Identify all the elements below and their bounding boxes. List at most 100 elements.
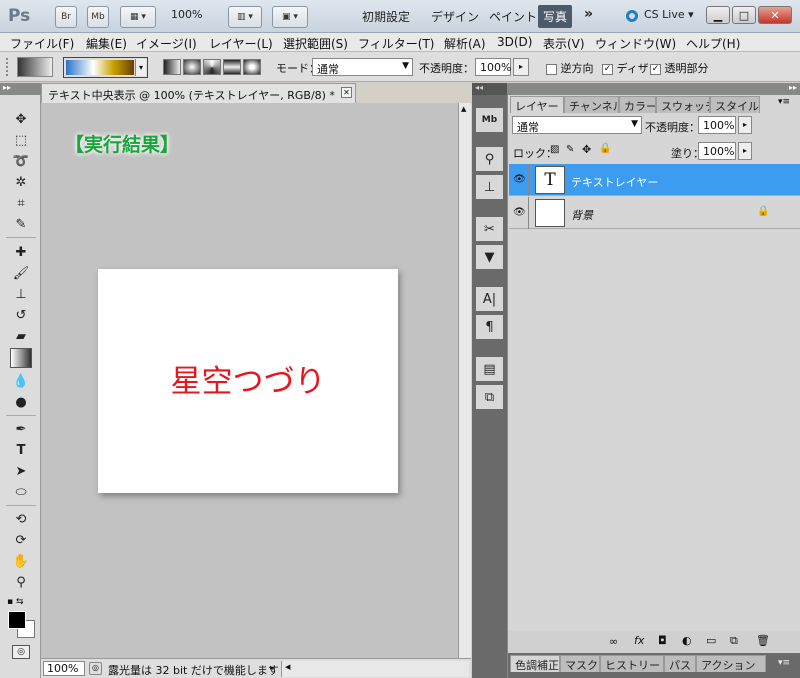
paragraph-panel-icon[interactable]: ¶ — [476, 315, 503, 339]
lasso-tool-icon[interactable]: ➰ — [10, 151, 32, 171]
menu-file[interactable]: ファイル(F) — [10, 35, 74, 52]
menu-edit[interactable]: 編集(E) — [86, 35, 127, 52]
radial-gradient-button[interactable] — [183, 59, 201, 75]
menu-view[interactable]: 表示(V) — [543, 35, 585, 52]
link-layers-icon[interactable]: ∞ — [609, 635, 618, 648]
view-extras-button[interactable]: ▦ ▾ — [120, 6, 156, 28]
scroll-up-icon[interactable]: ▲ — [461, 105, 466, 113]
minimize-button[interactable]: ▁ — [706, 6, 730, 24]
status-info-icon[interactable]: ◎ — [89, 662, 102, 675]
dither-checkbox[interactable]: ✓ ディザ — [602, 60, 649, 76]
dodge-tool-icon[interactable]: ● — [10, 392, 32, 412]
panel-menu-icon[interactable]: ▾≡ — [778, 97, 790, 107]
opacity-slider-button[interactable]: ▸ — [513, 58, 529, 76]
info-panel-icon[interactable]: ▤ — [476, 357, 503, 381]
bridge-button[interactable]: Br — [55, 6, 77, 28]
layer-name[interactable]: テキストレイヤー — [571, 174, 658, 190]
eyedropper-tool-icon[interactable]: ✎ — [10, 214, 32, 234]
mode-select[interactable]: 通常 ▼ — [312, 58, 413, 76]
menu-window[interactable]: ウィンドウ(W) — [595, 35, 676, 52]
fill-slider-button[interactable]: ▸ — [738, 142, 752, 160]
menu-layer[interactable]: レイヤー(L) — [209, 35, 273, 52]
close-tab-icon[interactable]: ✕ — [341, 87, 352, 98]
lock-image-icon[interactable]: ✎ — [566, 144, 574, 155]
tab-adjustments[interactable]: 色調補正 — [510, 655, 560, 672]
history-brush-tool-icon[interactable]: ↺ — [10, 305, 32, 325]
document-canvas[interactable]: 星空つづり — [98, 269, 398, 493]
gradient-picker[interactable]: ▾ — [63, 57, 148, 78]
crop-tool-icon[interactable]: ⌗ — [10, 193, 32, 213]
tab-history[interactable]: ヒストリー — [600, 655, 664, 672]
tab-swatches[interactable]: スウォッチ — [656, 96, 710, 113]
lock-transparent-icon[interactable]: ▨ — [550, 144, 559, 155]
screen-mode-button[interactable]: ▣ ▾ — [272, 6, 308, 28]
layer-row-background[interactable]: 👁 背景 🔒 — [509, 197, 800, 229]
cslive-menu[interactable]: CS Live ▾ — [644, 8, 694, 21]
menu-analysis[interactable]: 解析(A) — [444, 35, 486, 52]
pen-tool-icon[interactable]: ✒ — [10, 419, 32, 439]
gradient-tool-icon[interactable] — [10, 348, 32, 368]
zoom-level[interactable]: 100% — [171, 8, 202, 21]
lock-all-icon[interactable]: 🔒 — [599, 143, 611, 154]
character-panel-icon[interactable]: A| — [476, 287, 503, 311]
menu-3d[interactable]: 3D(D) — [497, 35, 532, 49]
layer-opacity-slider-button[interactable]: ▸ — [738, 116, 752, 134]
more-workspaces-icon[interactable]: » — [584, 6, 593, 22]
menu-select[interactable]: 選択範囲(S) — [283, 35, 348, 52]
scroll-left-icon[interactable]: ◀ — [285, 663, 290, 671]
move-tool-icon[interactable]: ✥ — [10, 109, 32, 129]
new-group-icon[interactable]: ▭ — [706, 634, 716, 647]
chevron-down-icon[interactable]: ▾ — [135, 59, 146, 76]
quick-mask-icon[interactable]: ◎ — [12, 645, 30, 659]
layer-comps-panel-icon[interactable]: ⧉ — [476, 385, 503, 409]
menu-filter[interactable]: フィルター(T) — [358, 35, 434, 52]
reverse-checkbox[interactable]: 逆方向 — [546, 60, 594, 76]
shape-tool-icon[interactable]: ⬭ — [10, 482, 32, 502]
layer-opacity-input[interactable]: 100% — [698, 116, 736, 134]
adjustment-layer-icon[interactable]: ◐ — [682, 634, 692, 647]
horizontal-scrollbar[interactable]: ◀ — [281, 661, 469, 677]
workspace-painting[interactable]: ペイント — [489, 8, 537, 25]
healing-brush-tool-icon[interactable]: ✚ — [10, 242, 32, 262]
status-menu-arrow-icon[interactable]: ▸ — [270, 663, 274, 672]
transparency-checkbox[interactable]: ✓ 透明部分 — [650, 60, 709, 76]
blur-tool-icon[interactable]: 💧 — [10, 371, 32, 391]
tab-color[interactable]: カラー — [619, 96, 656, 113]
3d-orbit-tool-icon[interactable]: ⟳ — [10, 530, 32, 550]
delete-layer-icon[interactable]: 🗑 — [756, 634, 770, 647]
new-layer-icon[interactable]: ⧉ — [730, 634, 738, 648]
layer-mask-icon[interactable]: ◘ — [658, 634, 667, 647]
workspace-design[interactable]: デザイン — [431, 8, 479, 25]
menu-help[interactable]: ヘルプ(H) — [686, 35, 740, 52]
angle-gradient-button[interactable] — [203, 59, 221, 75]
arrange-documents-button[interactable]: ▥ ▾ — [228, 6, 262, 28]
visibility-eye-icon[interactable]: 👁 — [513, 174, 526, 185]
clone-source-panel-icon[interactable]: ⊥ — [476, 175, 503, 199]
zoom-input[interactable]: 100% — [43, 661, 85, 676]
workspace-photography[interactable]: 写真 — [538, 5, 573, 28]
brush-panel-icon[interactable]: ✂ — [476, 217, 503, 241]
minibridge-panel-icon[interactable]: Mb — [476, 108, 503, 132]
vertical-scrollbar[interactable]: ▲ — [458, 103, 471, 658]
diamond-gradient-button[interactable] — [243, 59, 261, 75]
magic-wand-tool-icon[interactable]: ✲ — [10, 172, 32, 192]
path-selection-tool-icon[interactable]: ➤ — [10, 461, 32, 481]
clone-stamp-tool-icon[interactable]: ⊥ — [10, 284, 32, 304]
tab-styles[interactable]: スタイル — [710, 96, 760, 113]
brush-tool-icon[interactable]: 🖌 — [10, 263, 32, 283]
foreground-color-swatch[interactable] — [8, 611, 26, 629]
lock-position-icon[interactable]: ✥ — [582, 143, 591, 156]
tab-actions[interactable]: アクション — [696, 655, 766, 672]
workspace-essentials[interactable]: 初期設定 — [362, 8, 410, 25]
linear-gradient-button[interactable] — [163, 59, 181, 75]
tab-layers[interactable]: レイヤー — [510, 96, 564, 113]
brush-presets-panel-icon[interactable]: ▼ — [476, 245, 503, 269]
document-tab[interactable]: テキスト中央表示 @ 100% (テキストレイヤー, RGB/8) * ✕ — [41, 83, 356, 103]
fill-input[interactable]: 100% — [698, 142, 736, 160]
close-button[interactable]: ✕ — [758, 6, 792, 24]
minibridge-button[interactable]: Mb — [87, 6, 109, 28]
type-tool-icon[interactable]: T — [10, 440, 32, 460]
blend-mode-select[interactable]: 通常 ▼ — [512, 116, 642, 134]
hand-tool-icon[interactable]: ✋ — [10, 551, 32, 571]
panel-collapse-icon[interactable]: ▸▸ — [508, 83, 800, 95]
